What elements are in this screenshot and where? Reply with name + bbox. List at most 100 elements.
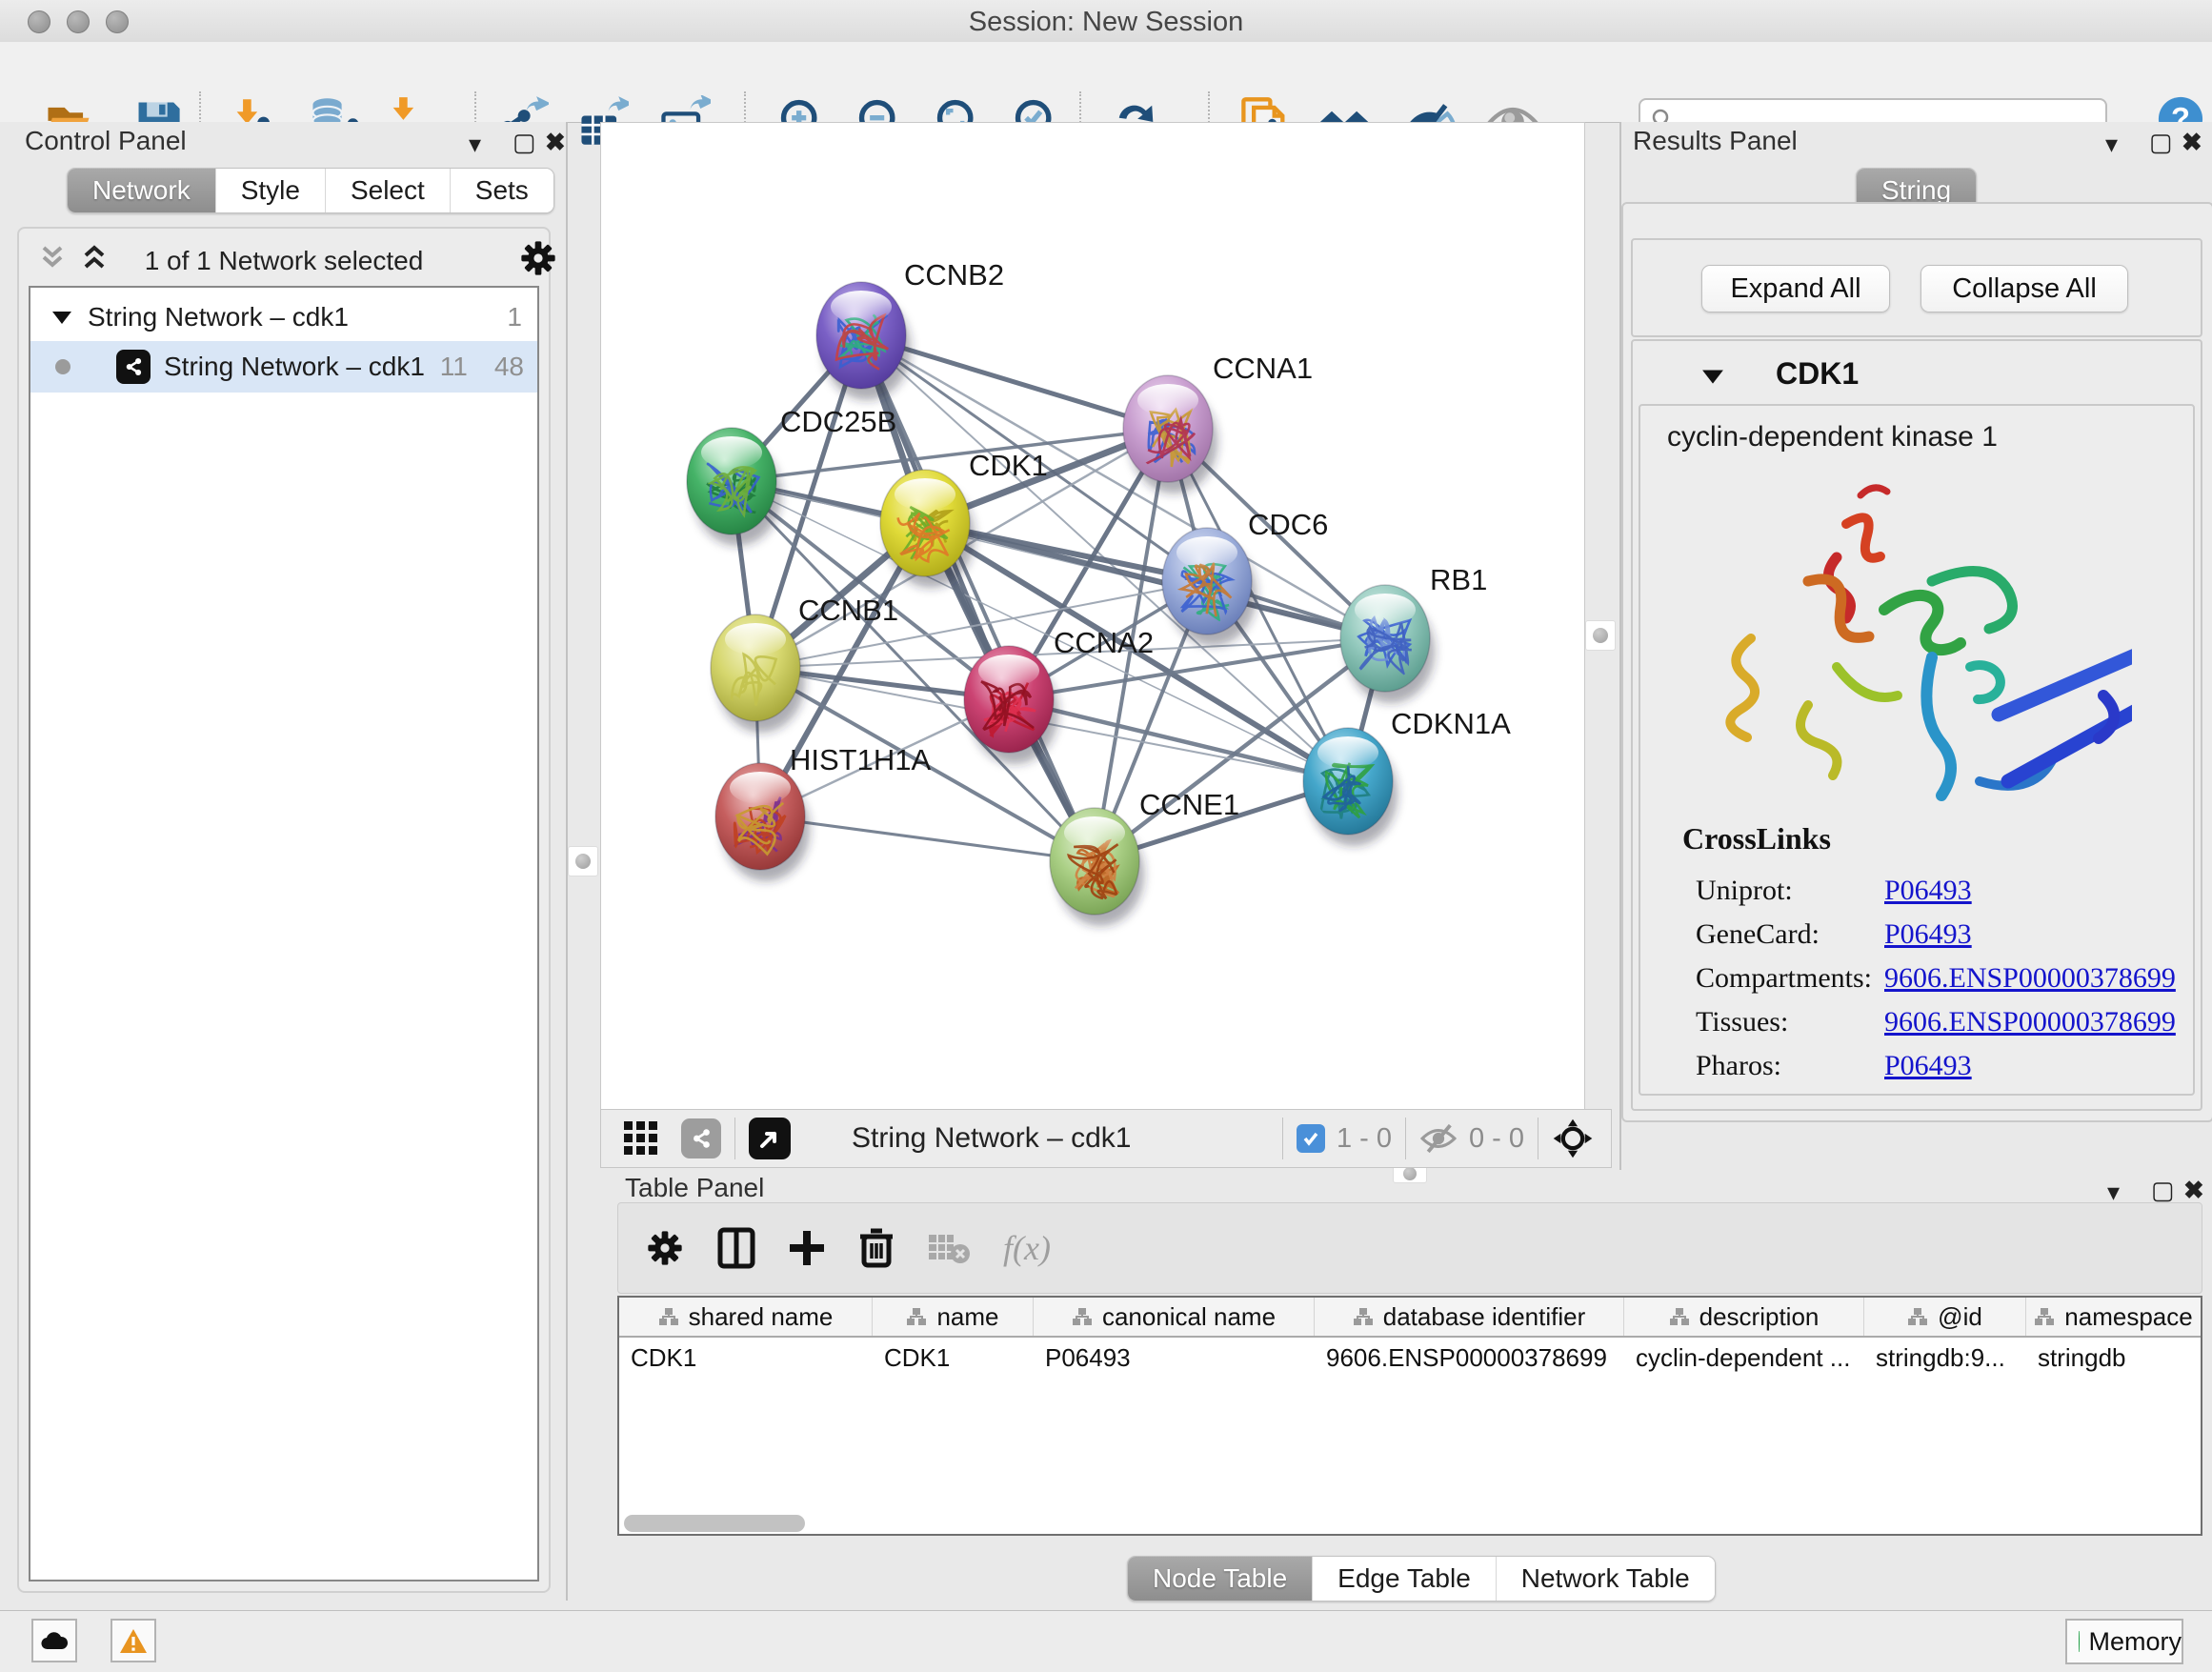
node-label-CDK1: CDK1 [969, 449, 1048, 482]
column-type-icon [658, 1307, 679, 1326]
node-label-CCNE1: CCNE1 [1139, 788, 1239, 821]
network-node-HIST1H1A[interactable]: HIST1H1A [715, 743, 931, 881]
network-collection-row[interactable]: String Network – cdk1 1 [30, 293, 537, 341]
cloud-status-button[interactable] [31, 1619, 77, 1662]
cell-namespace: stringdb [2026, 1338, 2201, 1378]
network-tree: String Network – cdk1 1 String Network –… [29, 286, 539, 1581]
cell-database-identifier: 9606.ENSP00000378699 [1315, 1338, 1624, 1378]
results-panel-close-icon[interactable]: ✖ [2182, 130, 2202, 154]
results-panel-maximize-icon[interactable]: ▢ [2149, 130, 2173, 154]
right-splitter-handle[interactable] [1585, 620, 1616, 651]
network-node-CDC6[interactable]: CDC6 [1162, 508, 1328, 646]
network-view-toolbar: String Network – cdk1 1 - 0 0 - 0 [600, 1109, 1612, 1168]
column-header[interactable]: canonical name [1034, 1298, 1315, 1336]
results-panel: Results Panel ▾ ▢ ✖ String Expand All Co… [1619, 122, 2212, 1170]
selected-checkbox-icon[interactable] [1297, 1124, 1325, 1153]
network-row-label: String Network – cdk1 [164, 352, 425, 382]
collection-expander-icon[interactable] [51, 310, 72, 325]
tab-style[interactable]: Style [215, 169, 325, 212]
network-node-CCNE1[interactable]: CCNE1 [1050, 788, 1239, 926]
node-label-CDC25B: CDC25B [780, 405, 896, 438]
tab-network-table[interactable]: Network Table [1496, 1557, 1715, 1601]
crosslinks-labels: Uniprot: GeneCard: Compartments: Tissues… [1696, 869, 1872, 1088]
crosslink-compartments[interactable]: 9606.ENSP00000378699 [1884, 962, 2176, 994]
tab-sets[interactable]: Sets [450, 169, 553, 212]
cdk1-result-card: CDK1 cyclin-dependent kinase 1 [1631, 339, 2202, 1111]
network-row-selected[interactable]: String Network – cdk1 11 48 [30, 341, 537, 393]
results-panel-float-icon[interactable]: ▾ [2105, 131, 2118, 156]
table-horizontal-scrollbar[interactable] [624, 1515, 805, 1532]
crosslink-tissues[interactable]: 9606.ENSP00000378699 [1884, 1006, 2176, 1037]
left-splitter-handle[interactable] [568, 846, 598, 876]
collection-count: 1 [507, 302, 522, 332]
crosslink-label: Pharos: [1696, 1044, 1872, 1088]
table-row[interactable]: CDK1 CDK1 P06493 9606.ENSP00000378699 cy… [619, 1338, 2201, 1378]
column-type-icon [1669, 1307, 1690, 1326]
memory-button[interactable]: Memory [2065, 1619, 2183, 1664]
table-toolbar: f(x) [617, 1202, 2202, 1294]
network-list-panel: 1 of 1 Network selected String Network –… [17, 227, 551, 1593]
column-header[interactable]: namespace [2026, 1298, 2201, 1336]
main-toolbar: ? [0, 42, 2212, 123]
crosslink-uniprot[interactable]: P06493 [1884, 875, 1972, 906]
column-type-icon [906, 1307, 927, 1326]
network-node-CCNB2[interactable]: CCNB2 [816, 258, 1004, 400]
node-label-CCNA1: CCNA1 [1213, 352, 1313, 385]
crosslink-genecard[interactable]: P06493 [1884, 918, 1972, 950]
gene-description: cyclin-dependent kinase 1 [1667, 421, 1998, 453]
node-table: shared name name canonical name database… [617, 1296, 2202, 1536]
warnings-button[interactable] [111, 1619, 156, 1662]
network-node-CDKN1A[interactable]: CDKN1A [1303, 707, 1511, 846]
fit-selection-crosshair-icon[interactable] [1552, 1118, 1594, 1159]
show-column-icon[interactable] [717, 1227, 755, 1269]
column-header[interactable]: @id [1864, 1298, 2026, 1336]
delete-table-icon [927, 1231, 971, 1265]
node-label-HIST1H1A: HIST1H1A [790, 743, 931, 776]
column-header[interactable]: database identifier [1315, 1298, 1624, 1336]
network-canvas[interactable]: CCNB2 CCNA1 CDC25B CDK1 CDC6RB1 CCNB1 CCNA2 CDK… [600, 122, 1585, 1111]
network-list-options-gear-icon[interactable] [518, 238, 558, 278]
network-edge-count: 48 [494, 352, 524, 382]
birdseye-view-icon[interactable] [749, 1118, 791, 1159]
hidden-node-edge-counts: 0 - 0 [1469, 1123, 1524, 1155]
network-graph[interactable]: CCNB2 CCNA1 CDC25B CDK1 CDC6RB1 CCNB1 CCNA2 CDK… [601, 123, 1584, 1110]
cdk1-expander-icon[interactable] [1701, 368, 1724, 385]
expand-all-button[interactable]: Expand All [1701, 265, 1890, 312]
node-label-CCNB2: CCNB2 [904, 258, 1004, 292]
table-panel-float-icon[interactable]: ▾ [2107, 1179, 2120, 1204]
table-panel-maximize-icon[interactable]: ▢ [2151, 1178, 2175, 1202]
tab-edge-table[interactable]: Edge Table [1312, 1557, 1496, 1601]
crosslink-label: Compartments: [1696, 957, 1872, 1000]
column-header[interactable]: shared name [619, 1298, 873, 1336]
cloud-icon [40, 1630, 69, 1651]
network-node-CCNA2[interactable]: CCNA2 [964, 626, 1154, 764]
network-node-RB1[interactable]: RB1 [1340, 563, 1487, 703]
memory-label: Memory [2088, 1627, 2182, 1657]
crosslink-label: Uniprot: [1696, 869, 1872, 913]
selected-node-edge-counts: 1 - 0 [1337, 1123, 1392, 1155]
delete-column-icon[interactable] [858, 1227, 895, 1269]
node-label-CCNB1: CCNB1 [798, 594, 898, 627]
control-panel-maximize-icon[interactable]: ▢ [513, 130, 536, 154]
tab-select[interactable]: Select [325, 169, 450, 212]
table-panel-tabs: Node Table Edge Table Network Table [1127, 1556, 1716, 1601]
crosslink-pharos[interactable]: P06493 [1884, 1050, 1972, 1081]
grid-view-icon[interactable] [622, 1119, 660, 1158]
column-header[interactable]: description [1624, 1298, 1864, 1336]
table-panel-close-icon[interactable]: ✖ [2183, 1178, 2204, 1202]
column-type-icon [1353, 1307, 1374, 1326]
tab-network[interactable]: Network [68, 169, 215, 212]
collapse-all-button[interactable]: Collapse All [1920, 265, 2128, 312]
crosslinks-values: P06493 P06493 9606.ENSP00000378699 9606.… [1884, 869, 2176, 1088]
table-options-gear-icon[interactable] [645, 1228, 685, 1268]
network-node-CCNA1[interactable]: CCNA1 [1123, 352, 1313, 494]
window-title: Session: New Session [0, 7, 2212, 38]
control-panel-close-icon[interactable]: ✖ [545, 130, 566, 154]
network-status-dot [55, 359, 70, 374]
control-panel-float-icon[interactable]: ▾ [469, 131, 481, 156]
control-panel-title: Control Panel [25, 126, 187, 156]
column-header[interactable]: name [873, 1298, 1034, 1336]
create-column-icon[interactable] [788, 1229, 826, 1267]
network-view-mode-icon[interactable] [681, 1118, 721, 1158]
tab-node-table[interactable]: Node Table [1128, 1557, 1312, 1601]
